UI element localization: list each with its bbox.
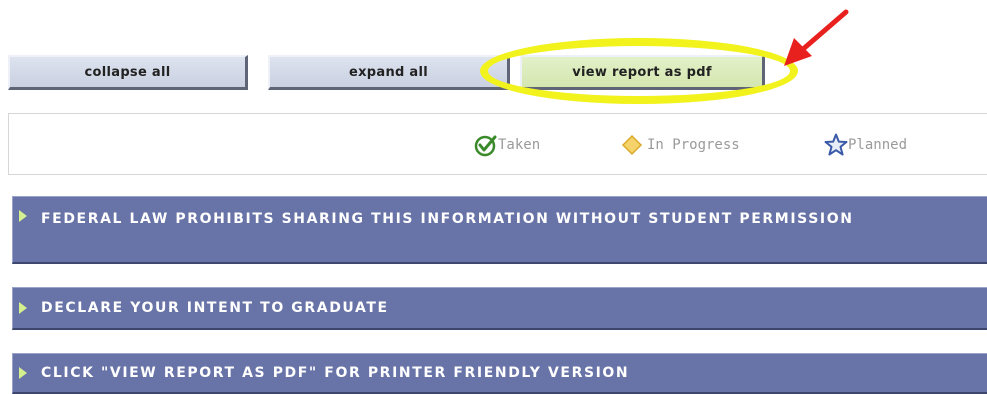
diamond-icon — [621, 134, 643, 156]
expand-triangle-icon — [19, 302, 27, 314]
legend-taken: Taken — [474, 114, 540, 176]
view-report-as-pdf-button[interactable]: view report as pdf — [520, 55, 765, 90]
section-federal-law[interactable]: FEDERAL LAW PROHIBITS SHARING THIS INFOR… — [12, 196, 987, 264]
section-title: CLICK "VIEW REPORT AS PDF" FOR PRINTER F… — [41, 365, 630, 381]
star-icon — [824, 133, 848, 157]
check-circle-icon — [474, 133, 498, 157]
legend-planned: Planned — [824, 114, 907, 176]
legend-planned-label: Planned — [848, 137, 908, 153]
collapse-all-button[interactable]: collapse all — [8, 55, 248, 90]
section-click-view-report[interactable]: CLICK "VIEW REPORT AS PDF" FOR PRINTER F… — [12, 353, 987, 394]
legend-in-progress-label: In Progress — [647, 137, 740, 153]
section-title: FEDERAL LAW PROHIBITS SHARING THIS INFOR… — [41, 211, 854, 227]
expand-triangle-icon — [19, 367, 27, 379]
red-arrow-icon — [784, 9, 849, 66]
status-legend: Taken In Progress Planned — [8, 113, 987, 175]
expand-all-button[interactable]: expand all — [268, 55, 510, 90]
legend-taken-label: Taken — [498, 137, 541, 153]
legend-in-progress: In Progress — [621, 114, 740, 176]
expand-triangle-icon — [19, 210, 27, 222]
section-title: DECLARE YOUR INTENT TO GRADUATE — [41, 300, 389, 316]
section-declare-intent[interactable]: DECLARE YOUR INTENT TO GRADUATE — [12, 287, 987, 330]
